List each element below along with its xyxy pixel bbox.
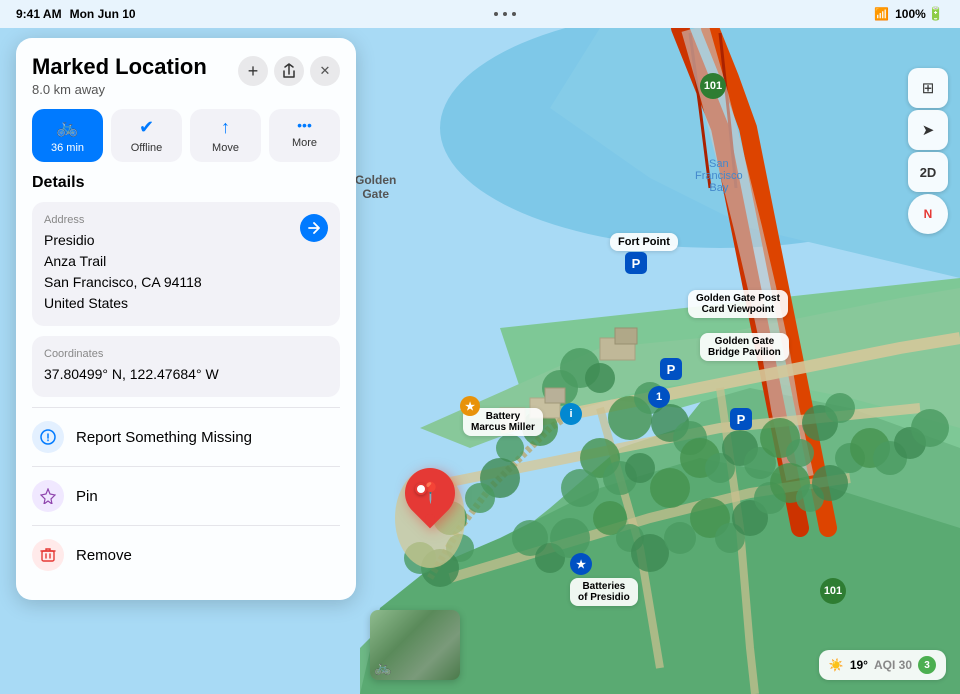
share-icon [282,63,296,79]
share-button[interactable] [274,56,304,86]
move-icon: ↑ [221,117,230,138]
coordinates-label: Coordinates [44,348,328,360]
remove-item[interactable]: Remove [32,525,340,584]
pin-label: Pin [76,488,98,505]
report-label: Report Something Missing [76,429,252,446]
close-button[interactable]: ✕ [310,56,340,86]
report-icon [32,421,64,453]
weather-icon: ☀️ [829,658,844,672]
map-thumbnail[interactable]: 🚲 [370,610,460,680]
address-line4: United States [44,295,128,311]
wifi-icon: 📶 [874,7,889,21]
bike-button[interactable]: 🚲 36 min [32,109,103,162]
battery-indicator: 100% 🔋 [895,6,944,22]
compass[interactable]: N [908,194,948,234]
status-time: 9:41 AM [16,7,62,21]
dot1 [494,12,498,16]
location-panel: Marked Location 8.0 km away + ✕ 🚲 36 min… [16,38,356,600]
dot3 [512,12,516,16]
layers-button[interactable]: ⊞ [908,68,948,108]
address-line2: Anza Trail [44,253,106,269]
offline-button[interactable]: ✔ Offline [111,109,182,162]
more-icon: ••• [297,117,312,133]
panel-title-group: Marked Location 8.0 km away [32,54,238,97]
panel-header: Marked Location 8.0 km away + ✕ [32,54,340,97]
weather-temp: 19° [850,658,868,672]
pin-item[interactable]: Pin [32,466,340,525]
map-controls: ⊞ ➤ 2D N [908,68,948,234]
coordinates-card: Coordinates 37.80499° N, 122.47684° W [32,336,340,397]
address-line3: San Francisco, CA 94118 [44,274,202,290]
status-date: Mon Jun 10 [70,7,136,21]
address-value: Presidio Anza Trail San Francisco, CA 94… [44,230,202,314]
remove-icon [32,539,64,571]
weather-aqi-label: AQI 30 [874,658,912,672]
navigate-icon [308,222,320,234]
location-button[interactable]: ➤ [908,110,948,150]
pin-svg-icon [40,488,56,504]
more-button[interactable]: ••• More [269,109,340,162]
report-svg-icon [40,429,56,445]
aqi-badge: 3 [918,656,936,674]
thumbnail-bike-icon: 🚲 [374,659,391,676]
move-button[interactable]: ↑ Move [190,109,261,162]
remove-label: Remove [76,547,132,564]
panel-subtitle: 8.0 km away [32,82,238,97]
details-heading: Details [32,174,340,192]
compass-label: N [924,207,933,221]
status-bar-center [494,12,516,16]
pin-item-icon [32,480,64,512]
status-bar: 9:41 AM Mon Jun 10 📶 100% 🔋 [0,0,960,28]
address-card-row: Address Presidio Anza Trail San Francisc… [44,214,328,314]
address-line1: Presidio [44,232,95,248]
dot2 [503,12,507,16]
report-item[interactable]: Report Something Missing [32,407,340,466]
more-label: More [292,137,317,149]
status-bar-right: 📶 100% 🔋 [874,6,944,22]
battery-icon: 🔋 [928,6,944,22]
add-button[interactable]: + [238,56,268,86]
coordinates-value: 37.80499° N, 122.47684° W [44,364,328,385]
bike-label: 36 min [51,142,84,154]
address-card: Address Presidio Anza Trail San Francisc… [32,202,340,326]
action-buttons-row: 🚲 36 min ✔ Offline ↑ Move ••• More [32,109,340,162]
weather-badge: ☀️ 19° AQI 30 3 [819,650,946,680]
bike-icon: 🚲 [56,117,78,138]
address-label: Address [44,214,202,226]
status-bar-left: 9:41 AM Mon Jun 10 [16,7,136,21]
panel-header-buttons: + ✕ [238,56,340,86]
address-content: Address Presidio Anza Trail San Francisc… [44,214,202,314]
battery-percent: 100% [895,7,926,21]
address-navigate-button[interactable] [300,214,328,242]
trash-svg-icon [40,547,56,563]
offline-icon: ✔ [139,117,154,138]
2d-button[interactable]: 2D [908,152,948,192]
panel-title: Marked Location [32,54,238,80]
move-label: Move [212,142,239,154]
offline-label: Offline [131,142,163,154]
